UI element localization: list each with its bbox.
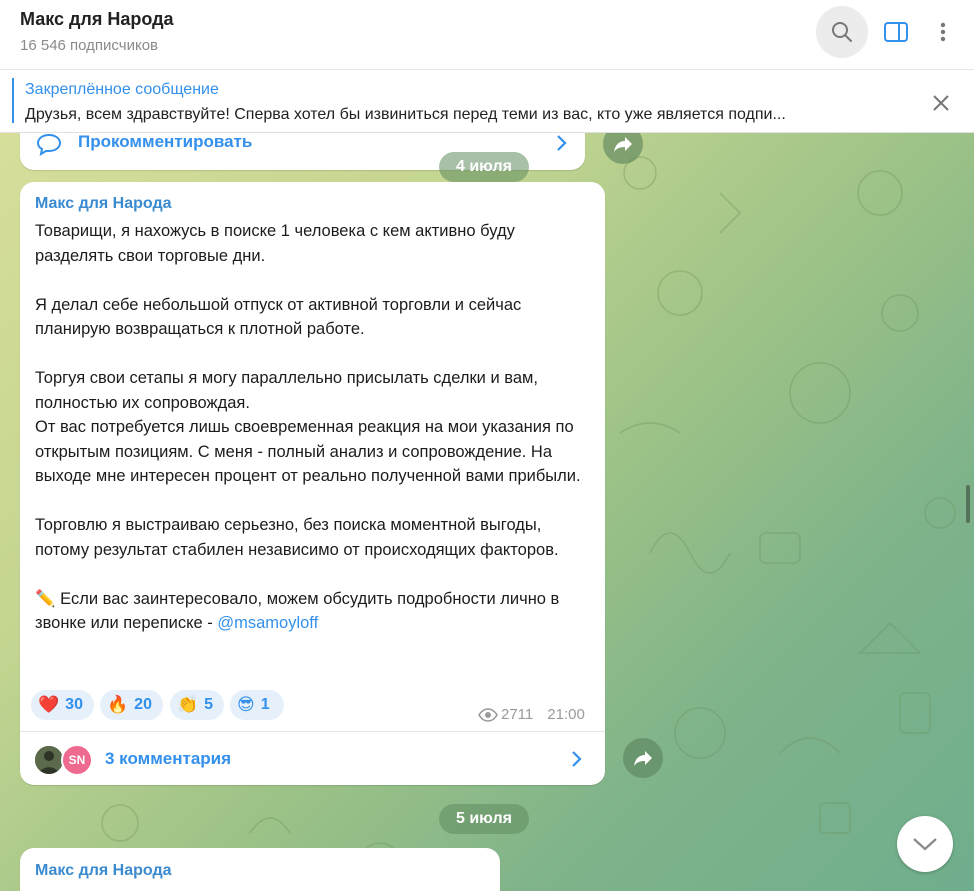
message-bubble[interactable]: Макс для Народа Товарищи, я нахожусь в п… <box>20 182 605 785</box>
reaction-heart[interactable]: ❤️ 30 <box>31 690 94 720</box>
reaction-clap[interactable]: 👏 5 <box>170 690 224 720</box>
date-separator: 5 июля <box>439 804 529 834</box>
channel-title[interactable]: Макс для Народа <box>20 9 174 30</box>
more-vertical-icon <box>940 22 946 42</box>
chat-area[interactable]: Прокомментировать 4 июля Макс для Народа… <box>0 133 974 891</box>
next-message-bubble[interactable]: Макс для Народа <box>20 848 500 891</box>
date-separator: 4 июля <box>439 152 529 182</box>
comments-label: 3 комментария <box>105 749 232 768</box>
forward-icon <box>614 137 632 152</box>
leave-comment-link[interactable]: Прокомментировать <box>78 133 252 152</box>
heart-emoji-icon: ❤️ <box>38 695 60 714</box>
pinned-title: Закреплённое сообщение <box>25 81 219 98</box>
sunglasses-emoji-icon: 😎 <box>237 695 255 714</box>
forward-icon <box>634 751 652 766</box>
forward-button[interactable] <box>623 738 663 778</box>
message-paragraph: Товарищи, я нахожусь в поиске 1 человека… <box>35 222 515 265</box>
message-paragraph: ✏️ Если вас заинтересовало, можем обсуди… <box>35 587 595 636</box>
search-button[interactable] <box>816 6 868 58</box>
fire-emoji-icon: 🔥 <box>107 695 129 714</box>
person-silhouette-icon <box>35 746 63 774</box>
chevron-right-icon <box>572 751 582 767</box>
message-text: Товарищи, я нахожусь в поиске 1 человека… <box>35 219 595 636</box>
message-meta: 2711 21:00 <box>478 706 585 723</box>
scroll-down-button[interactable] <box>897 816 953 872</box>
pinned-accent-bar <box>12 78 14 123</box>
chevron-down-icon <box>913 838 937 851</box>
pinned-text: Друзья, всем здравствуйте! Сперва хотел … <box>25 106 786 123</box>
chat-header: Макс для Народа 16 546 подписчиков <box>0 0 974 70</box>
message-paragraph: Я делал себе небольшой отпуск от активно… <box>35 295 522 339</box>
reaction-count: 5 <box>204 696 214 713</box>
reaction-count: 20 <box>134 696 152 713</box>
mention-link[interactable]: @msamoyloff <box>217 614 318 632</box>
close-icon[interactable] <box>928 90 954 116</box>
clap-emoji-icon: 👏 <box>177 695 199 714</box>
message-paragraph: Торговлю я выстраиваю серьезно, без поис… <box>35 516 559 559</box>
reaction-cool[interactable]: 😎 1 <box>230 690 284 720</box>
reaction-count: 1 <box>260 696 270 713</box>
sidebar-toggle-icon <box>884 22 908 42</box>
message-author[interactable]: Макс для Народа <box>35 862 172 880</box>
chevron-right-icon <box>557 135 567 151</box>
sidebar-toggle-button[interactable] <box>870 6 922 58</box>
pinned-message-bar[interactable]: Закреплённое сообщение Друзья, всем здра… <box>0 70 974 133</box>
message-paragraph: Торгуя свои сетапы я могу параллельно пр… <box>35 369 538 412</box>
reaction-fire[interactable]: 🔥 20 <box>100 690 163 720</box>
message-time: 21:00 <box>547 706 585 723</box>
message-paragraph: От вас потребуется лишь своевременная ре… <box>35 418 581 485</box>
view-count: 2711 <box>501 706 534 723</box>
message-author[interactable]: Макс для Народа <box>35 195 172 213</box>
comments-button[interactable]: SN 3 комментария <box>20 732 605 785</box>
comment-icon <box>36 133 62 156</box>
subscriber-count: 16 546 подписчиков <box>20 37 159 54</box>
search-icon <box>832 22 852 42</box>
avatar: SN <box>61 744 93 776</box>
reaction-count: 30 <box>65 696 83 713</box>
scrollbar[interactable] <box>966 485 970 523</box>
eye-icon <box>478 707 498 722</box>
more-button[interactable] <box>917 6 969 58</box>
